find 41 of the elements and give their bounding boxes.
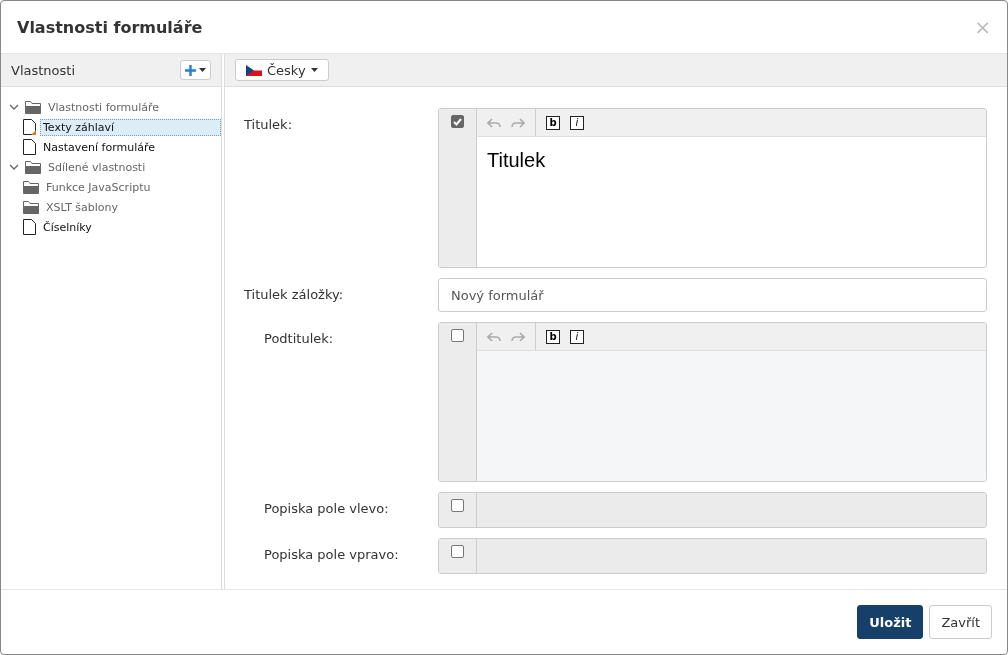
dialog-title: Vlastnosti formuláře: [17, 17, 203, 37]
editor-area[interactable]: Titulek: [477, 137, 986, 267]
checkbox[interactable]: [451, 545, 464, 558]
field-label: Titulek záložky:: [244, 286, 345, 304]
input-field[interactable]: [438, 538, 987, 574]
chevron-down-icon[interactable]: [9, 104, 19, 110]
folder-icon: [25, 100, 41, 114]
language-dropdown[interactable]: Česky: [235, 59, 329, 81]
tree-item[interactable]: XSLT šablony: [43, 198, 122, 216]
tree-item[interactable]: Vlastnosti formuláře: [45, 98, 163, 116]
close-dialog-button[interactable]: Zavřít: [929, 605, 992, 639]
checkbox[interactable]: [451, 329, 464, 342]
folder-icon: [25, 160, 41, 174]
caret-icon: [199, 68, 206, 72]
panel-title: Vlastnosti: [11, 62, 76, 78]
folder-icon: [23, 200, 39, 214]
input-field[interactable]: [438, 492, 987, 528]
caret-icon: [310, 68, 318, 72]
tree-item[interactable]: Texty záhlaví: [40, 118, 221, 136]
add-button[interactable]: [180, 60, 211, 80]
tree-item[interactable]: Funkce JavaScriptu: [43, 178, 154, 196]
bold-button[interactable]: b: [546, 329, 560, 344]
checkbox[interactable]: [451, 499, 464, 512]
plus-icon: [185, 64, 196, 76]
field-label: Popiska pole vpravo:: [263, 546, 400, 564]
checkbox[interactable]: [451, 115, 464, 128]
editor-text: Titulek: [487, 149, 546, 171]
flag-icon: [246, 64, 262, 76]
save-button[interactable]: Uložit: [857, 605, 924, 639]
chevron-down-icon[interactable]: [9, 164, 19, 170]
folder-icon: [23, 180, 39, 194]
bold-button[interactable]: b: [546, 115, 560, 130]
tree-item[interactable]: Sdílené vlastnosti: [45, 158, 149, 176]
italic-button[interactable]: i: [570, 329, 584, 344]
text-field[interactable]: Nový formulář: [438, 278, 987, 312]
field-label: Titulek:: [244, 116, 293, 134]
tree-item[interactable]: Číselníky: [40, 218, 95, 236]
field-label: Podtitulek:: [263, 330, 335, 348]
italic-button[interactable]: i: [570, 115, 584, 130]
field-label: Popiska pole vlevo:: [263, 500, 390, 518]
tree-item[interactable]: Nastavení formuláře: [40, 138, 159, 156]
